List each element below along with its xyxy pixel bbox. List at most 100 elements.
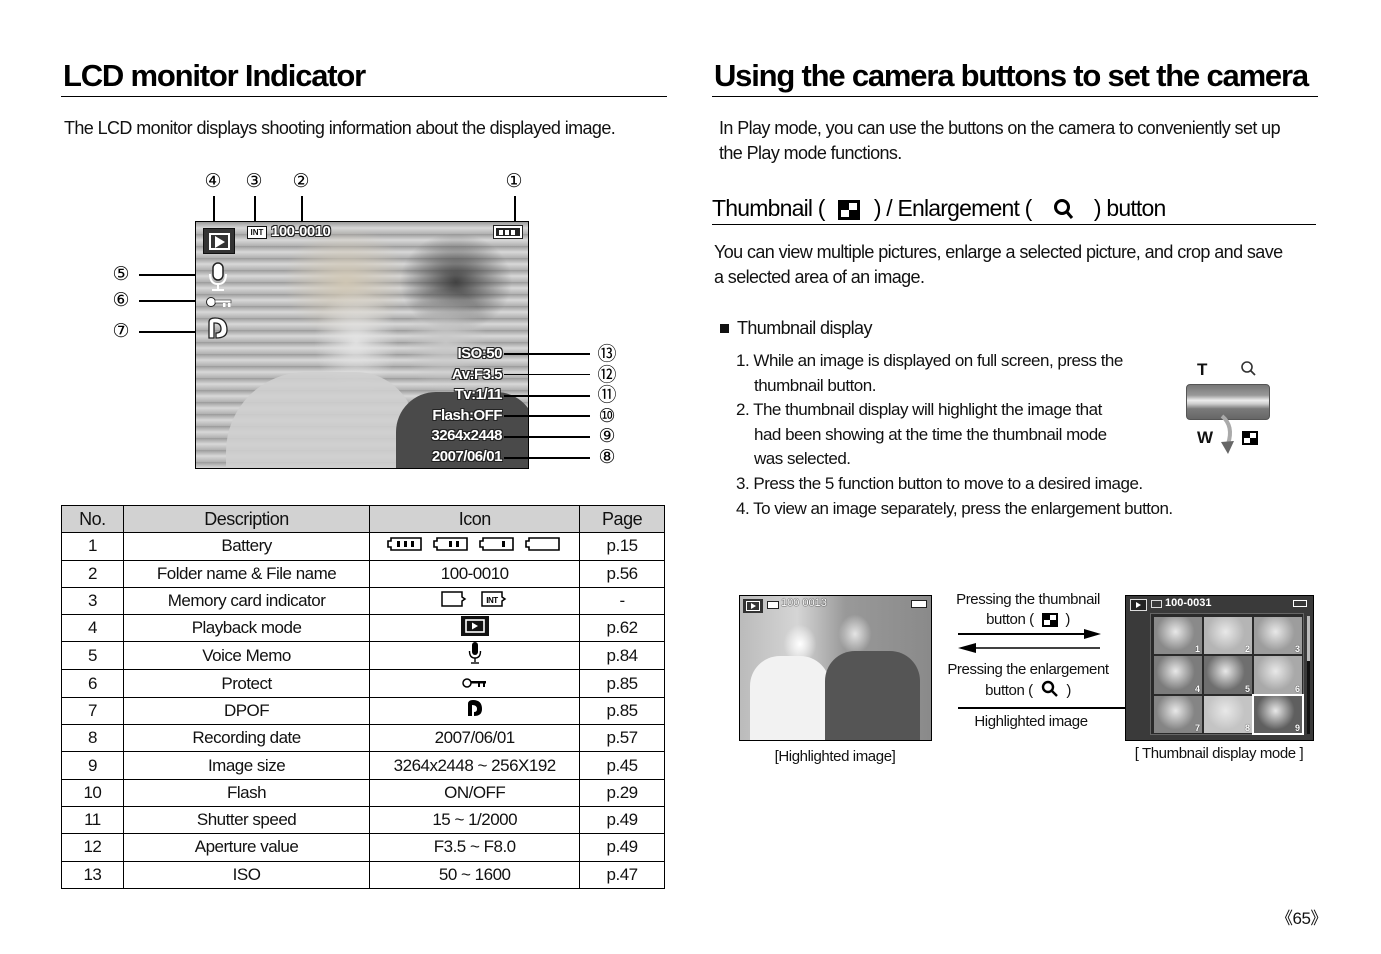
row-description: Folder name & File name xyxy=(122,559,371,588)
right-intro-line-1: In Play mode, you can use the buttons on… xyxy=(719,118,1281,138)
table-row: 12 Aperture value F3.5 ~ F8.0 p.49 xyxy=(61,833,665,862)
right-intro-line-2: the Play mode functions. xyxy=(719,143,902,163)
header-description: Description xyxy=(122,504,371,534)
callout-6: ⑥ xyxy=(112,289,130,311)
row-icon-text: 2007/06/01 xyxy=(369,724,581,753)
thumbnail-grid: 1 2 3 4 5 6 7 8 9 xyxy=(1150,613,1304,736)
photo-bride xyxy=(750,656,830,740)
section-heading: Thumbnail ( ) / Enlargement ( ) button xyxy=(712,195,1166,221)
table-row: 1 Battery p.15 xyxy=(61,532,665,561)
playback-mode-icon xyxy=(369,614,581,643)
left-page-title: LCD monitor Indicator xyxy=(63,58,366,93)
callout-8: ⑧ xyxy=(598,446,616,468)
lcd-aperture: Av:F3.5 xyxy=(451,366,503,383)
table-row: 9 Image size 3264x2448 ~ 256X192 p.45 xyxy=(61,751,665,780)
section-desc-line-1: You can view multiple pictures, enlarge … xyxy=(714,242,1283,262)
step-4: 4. To view an image separately, press th… xyxy=(736,499,1173,518)
step-3: 3. Press the 5 function button to move t… xyxy=(736,474,1143,493)
row-icon-text: 3264x2448 ~ 256X192 xyxy=(369,751,581,780)
callout-2: ② xyxy=(292,170,310,192)
row-page: p.47 xyxy=(579,860,665,889)
thumbnail-item[interactable]: 4 xyxy=(1154,656,1202,694)
leader-line-13 xyxy=(504,353,590,355)
step-2-line-3: was selected. xyxy=(754,449,851,468)
microphone-icon xyxy=(208,262,228,297)
row-page: p.85 xyxy=(579,669,665,698)
svg-text:INT: INT xyxy=(486,596,498,605)
row-page: p.15 xyxy=(579,532,665,561)
thumbnail-item[interactable]: 8 xyxy=(1204,695,1252,733)
memory-card-icon xyxy=(767,601,779,609)
row-page: p.84 xyxy=(579,641,665,671)
row-no: 12 xyxy=(61,833,124,862)
row-page: p.62 xyxy=(579,614,665,643)
callout-11: ⑪ xyxy=(597,384,617,406)
lcd-date: 2007/06/01 xyxy=(431,448,503,465)
thumbnail-item[interactable]: 3 xyxy=(1254,617,1302,655)
row-no: 2 xyxy=(61,559,124,588)
rotate-down-arrow-icon xyxy=(1220,414,1234,454)
thumbnail-number: 2 xyxy=(1244,644,1250,655)
row-icon-text: 50 ~ 1600 xyxy=(369,860,581,889)
section-desc-line-2: a selected area of an image. xyxy=(714,267,925,287)
row-page: p.85 xyxy=(579,696,665,726)
row-page: p.56 xyxy=(579,559,665,588)
leader-line-3 xyxy=(254,196,256,221)
thumbnail-number: 3 xyxy=(1294,644,1300,655)
scrollbar-track[interactable] xyxy=(1307,616,1310,734)
thumbnail-item[interactable]: 6 xyxy=(1254,656,1302,694)
battery-icon xyxy=(911,600,927,608)
row-icon-text: ON/OFF xyxy=(369,778,581,807)
row-description: Protect xyxy=(122,669,371,698)
row-description: Flash xyxy=(122,778,371,807)
highlighted-image-label: Highlighted image xyxy=(974,713,1088,730)
press-enlargement-line-1: Pressing the enlargement xyxy=(947,661,1109,678)
thumbnail-display-lcd: 100-0031 1 2 3 4 5 6 7 8 9 xyxy=(1125,595,1314,741)
callout-9: ⑨ xyxy=(598,425,616,447)
thumbnail-item[interactable]: 2 xyxy=(1204,617,1252,655)
thumbnail-item[interactable]: 1 xyxy=(1154,617,1202,655)
table-row: 6 Protect p.85 xyxy=(61,669,665,698)
page-number: 《65》 xyxy=(1276,909,1327,928)
thumbnail-number: 6 xyxy=(1294,683,1300,694)
thumbnail-small-icon xyxy=(1242,431,1258,445)
row-description: DPOF xyxy=(122,696,371,726)
thumbnail-number: 7 xyxy=(1194,722,1200,733)
callout-3: ③ xyxy=(245,170,263,192)
photo-groom xyxy=(825,651,920,740)
scrollbar-thumb[interactable] xyxy=(1307,616,1310,661)
dpof-icon xyxy=(369,696,581,726)
table-row: 13 ISO 50 ~ 1600 p.47 xyxy=(61,860,665,889)
zoom-lever-illustration: T W xyxy=(1180,358,1280,458)
callout-4: ④ xyxy=(204,170,222,192)
row-no: 13 xyxy=(61,860,124,889)
step-1-line-2: thumbnail button. xyxy=(754,376,876,395)
leader-line-6 xyxy=(139,300,195,302)
leader-line-2 xyxy=(301,196,303,221)
row-page: p.29 xyxy=(579,778,665,807)
memory-card-icon: INT xyxy=(247,226,267,239)
leader-line-8 xyxy=(504,457,590,459)
row-no: 7 xyxy=(61,696,124,726)
thumbnail-number: 9 xyxy=(1294,722,1300,733)
playback-mode-icon xyxy=(743,599,763,613)
row-no: 10 xyxy=(61,778,124,807)
playback-mode-icon xyxy=(1130,599,1147,611)
caption-thumbnail-display-mode: [ Thumbnail display mode ] xyxy=(1134,745,1304,762)
row-page: p.49 xyxy=(579,805,665,835)
thumbnail-item[interactable]: 7 xyxy=(1154,695,1202,733)
arrow-left-head xyxy=(958,643,976,653)
header-no: No. xyxy=(61,504,124,534)
thumbnail-item[interactable]: 5 xyxy=(1204,656,1252,694)
thumbnail-item[interactable]: 9 xyxy=(1252,693,1304,736)
leader-line-10 xyxy=(504,415,590,417)
header-icon: Icon xyxy=(369,504,581,534)
right-title-rule xyxy=(712,96,1318,97)
left-title-rule xyxy=(61,96,667,97)
bullet-heading: Thumbnail display xyxy=(737,318,872,338)
thumbnail-number: 1 xyxy=(1194,644,1200,655)
leader-line-12 xyxy=(504,374,590,375)
highlighted-image-lcd: 100 0013 xyxy=(739,595,932,741)
thumbnail-number: 8 xyxy=(1244,722,1250,733)
row-no: 1 xyxy=(61,532,124,561)
